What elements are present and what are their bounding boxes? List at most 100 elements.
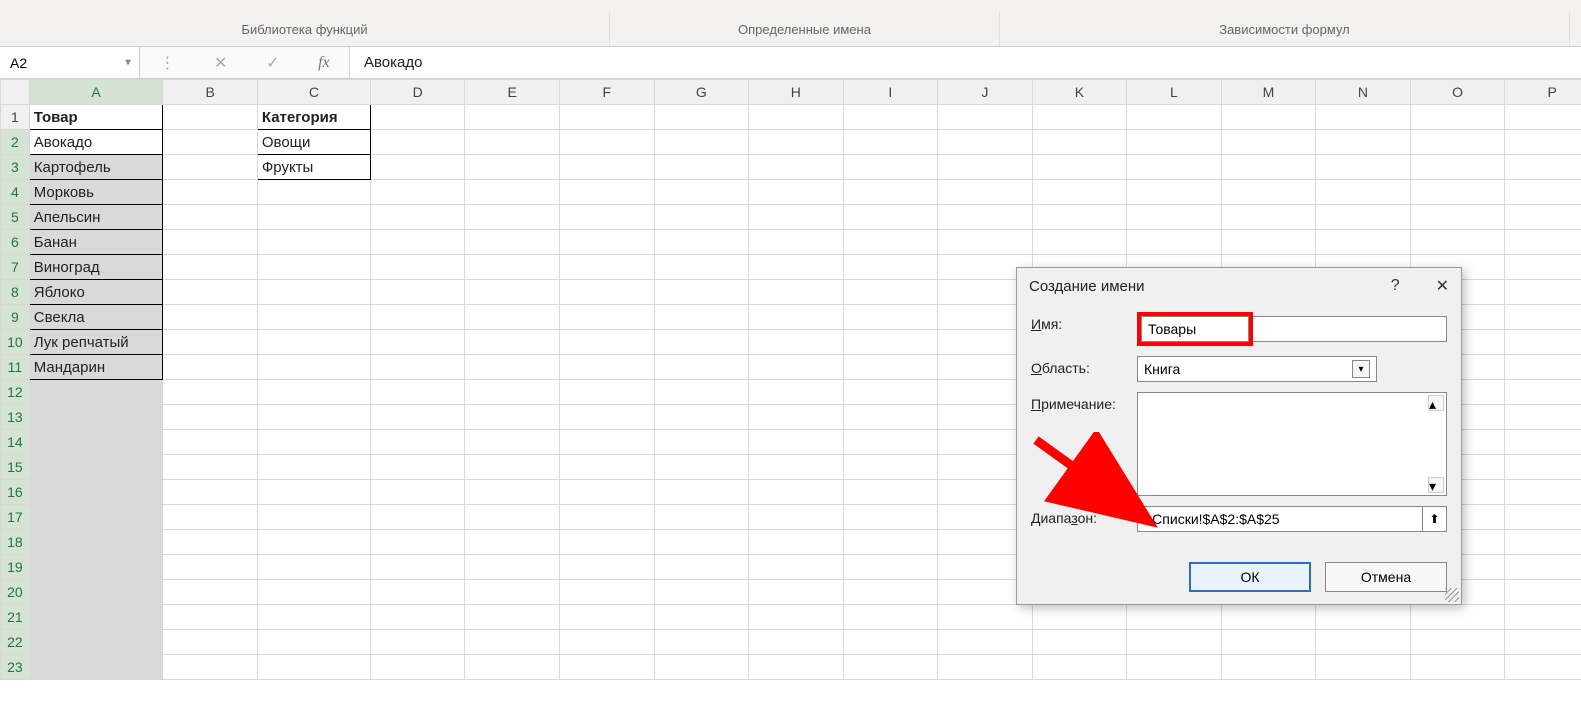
col-header-H[interactable]: H bbox=[749, 80, 844, 105]
cell-B9[interactable] bbox=[163, 305, 258, 330]
cell-C2[interactable]: Овощи bbox=[257, 130, 370, 155]
cell-F5[interactable] bbox=[559, 205, 654, 230]
cell-J3[interactable] bbox=[938, 155, 1033, 180]
col-header-B[interactable]: B bbox=[163, 80, 258, 105]
cell-H17[interactable] bbox=[749, 505, 844, 530]
cell-F22[interactable] bbox=[559, 630, 654, 655]
cell-N5[interactable] bbox=[1316, 205, 1411, 230]
cell-G12[interactable] bbox=[654, 380, 749, 405]
cell-O2[interactable] bbox=[1410, 130, 1505, 155]
row-header-5[interactable]: 5 bbox=[1, 205, 30, 230]
cell-D8[interactable] bbox=[370, 280, 465, 305]
cell-B16[interactable] bbox=[163, 480, 258, 505]
cell-L22[interactable] bbox=[1127, 630, 1222, 655]
cell-P15[interactable] bbox=[1505, 455, 1581, 480]
row-header-21[interactable]: 21 bbox=[1, 605, 30, 630]
cell-G21[interactable] bbox=[654, 605, 749, 630]
cell-F17[interactable] bbox=[559, 505, 654, 530]
cell-F20[interactable] bbox=[559, 580, 654, 605]
cell-E15[interactable] bbox=[465, 455, 560, 480]
cell-A15[interactable] bbox=[29, 455, 163, 480]
cell-F12[interactable] bbox=[559, 380, 654, 405]
cell-F23[interactable] bbox=[559, 655, 654, 680]
cell-B18[interactable] bbox=[163, 530, 258, 555]
name-input-ext[interactable] bbox=[1253, 316, 1447, 342]
cell-A16[interactable] bbox=[29, 480, 163, 505]
cell-O23[interactable] bbox=[1410, 655, 1505, 680]
cell-G15[interactable] bbox=[654, 455, 749, 480]
col-header-E[interactable]: E bbox=[465, 80, 560, 105]
cell-D23[interactable] bbox=[370, 655, 465, 680]
cell-N23[interactable] bbox=[1316, 655, 1411, 680]
cell-E12[interactable] bbox=[465, 380, 560, 405]
cell-B10[interactable] bbox=[163, 330, 258, 355]
cell-B21[interactable] bbox=[163, 605, 258, 630]
cell-J1[interactable] bbox=[938, 105, 1033, 130]
cell-B5[interactable] bbox=[163, 205, 258, 230]
cell-A20[interactable] bbox=[29, 580, 163, 605]
cell-I7[interactable] bbox=[843, 255, 938, 280]
cell-H19[interactable] bbox=[749, 555, 844, 580]
cell-C12[interactable] bbox=[257, 380, 370, 405]
cell-E10[interactable] bbox=[465, 330, 560, 355]
enter-icon[interactable]: ✓ bbox=[266, 53, 279, 73]
cell-I3[interactable] bbox=[843, 155, 938, 180]
cell-C11[interactable] bbox=[257, 355, 370, 380]
cell-F10[interactable] bbox=[559, 330, 654, 355]
cell-P11[interactable] bbox=[1505, 355, 1581, 380]
col-header-I[interactable]: I bbox=[843, 80, 938, 105]
cell-G16[interactable] bbox=[654, 480, 749, 505]
cell-D21[interactable] bbox=[370, 605, 465, 630]
cell-P8[interactable] bbox=[1505, 280, 1581, 305]
cell-B8[interactable] bbox=[163, 280, 258, 305]
cell-P5[interactable] bbox=[1505, 205, 1581, 230]
cell-K2[interactable] bbox=[1032, 130, 1127, 155]
cell-P17[interactable] bbox=[1505, 505, 1581, 530]
cell-A8[interactable]: Яблоко bbox=[29, 280, 163, 305]
cell-G23[interactable] bbox=[654, 655, 749, 680]
col-header-J[interactable]: J bbox=[938, 80, 1033, 105]
cell-P7[interactable] bbox=[1505, 255, 1581, 280]
cell-G18[interactable] bbox=[654, 530, 749, 555]
col-header-M[interactable]: M bbox=[1221, 80, 1316, 105]
cell-I9[interactable] bbox=[843, 305, 938, 330]
cell-G9[interactable] bbox=[654, 305, 749, 330]
cell-P4[interactable] bbox=[1505, 180, 1581, 205]
cell-H23[interactable] bbox=[749, 655, 844, 680]
cell-D13[interactable] bbox=[370, 405, 465, 430]
help-icon[interactable]: ? bbox=[1391, 277, 1400, 295]
cell-O6[interactable] bbox=[1410, 230, 1505, 255]
cell-C13[interactable] bbox=[257, 405, 370, 430]
cell-J6[interactable] bbox=[938, 230, 1033, 255]
cell-K3[interactable] bbox=[1032, 155, 1127, 180]
cell-E5[interactable] bbox=[465, 205, 560, 230]
collapse-dialog-icon[interactable]: ⬆ bbox=[1423, 506, 1447, 532]
row-header-17[interactable]: 17 bbox=[1, 505, 30, 530]
name-input[interactable] bbox=[1141, 316, 1249, 342]
cell-I5[interactable] bbox=[843, 205, 938, 230]
cell-E17[interactable] bbox=[465, 505, 560, 530]
cell-J2[interactable] bbox=[938, 130, 1033, 155]
cell-P12[interactable] bbox=[1505, 380, 1581, 405]
cell-D5[interactable] bbox=[370, 205, 465, 230]
cell-C10[interactable] bbox=[257, 330, 370, 355]
cell-D1[interactable] bbox=[370, 105, 465, 130]
cell-K1[interactable] bbox=[1032, 105, 1127, 130]
cell-G5[interactable] bbox=[654, 205, 749, 230]
close-icon[interactable]: ✕ bbox=[1436, 276, 1449, 296]
cell-B15[interactable] bbox=[163, 455, 258, 480]
formula-input[interactable]: Авокадо bbox=[350, 47, 1581, 78]
cell-B13[interactable] bbox=[163, 405, 258, 430]
resize-grip[interactable] bbox=[1445, 588, 1459, 602]
cell-A12[interactable] bbox=[29, 380, 163, 405]
cell-B1[interactable] bbox=[163, 105, 258, 130]
cell-F15[interactable] bbox=[559, 455, 654, 480]
cell-I21[interactable] bbox=[843, 605, 938, 630]
row-header-20[interactable]: 20 bbox=[1, 580, 30, 605]
cell-I12[interactable] bbox=[843, 380, 938, 405]
cell-G1[interactable] bbox=[654, 105, 749, 130]
row-header-10[interactable]: 10 bbox=[1, 330, 30, 355]
cell-H13[interactable] bbox=[749, 405, 844, 430]
cell-I4[interactable] bbox=[843, 180, 938, 205]
chevron-down-icon[interactable]: ▾ bbox=[1352, 360, 1370, 378]
